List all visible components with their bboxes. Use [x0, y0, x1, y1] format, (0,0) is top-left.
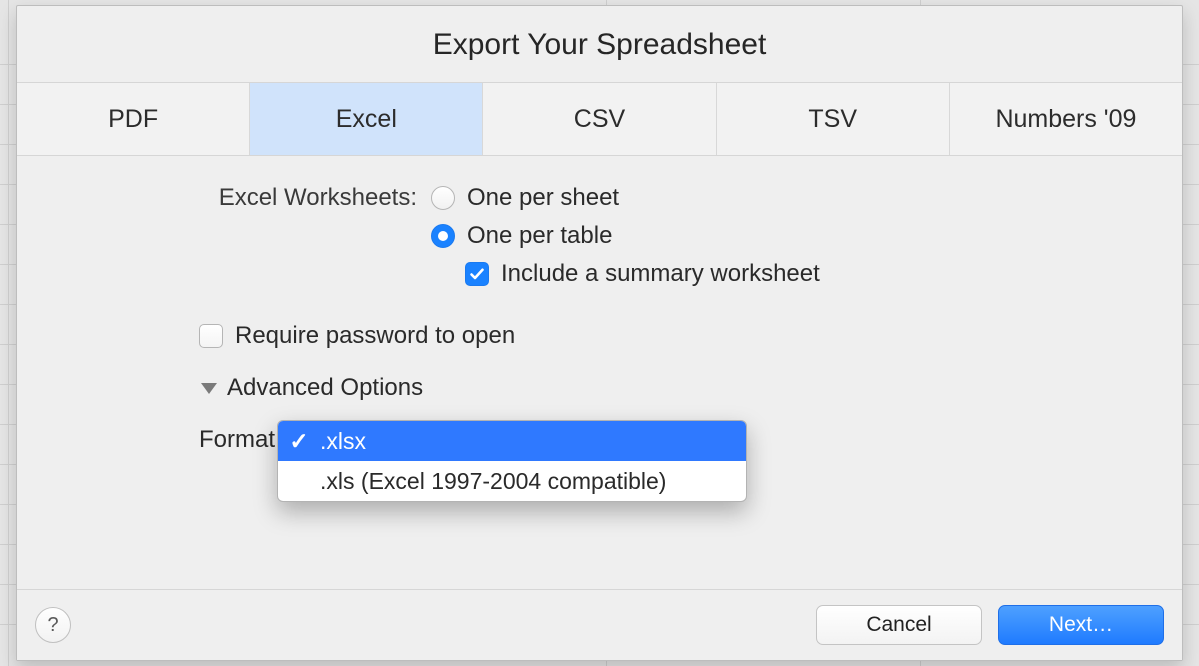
help-button[interactable]: ?	[35, 607, 71, 643]
dialog-title: Export Your Spreadsheet	[17, 6, 1182, 82]
advanced-label: Advanced Options	[227, 374, 423, 402]
format-dropdown-menu: ✓ .xlsx ✓ .xls (Excel 1997-2004 compatib…	[277, 420, 747, 502]
advanced-options-toggle[interactable]: Advanced Options	[201, 374, 1122, 402]
tab-label: TSV	[808, 105, 857, 134]
radio-one-per-table[interactable]	[431, 224, 455, 248]
radio-label: One per sheet	[467, 184, 619, 212]
button-label: Next…	[1049, 613, 1113, 637]
checkmark-icon: ✓	[290, 428, 308, 455]
checkmark-icon	[469, 266, 485, 282]
next-button[interactable]: Next…	[998, 605, 1164, 645]
format-label: Format	[199, 420, 275, 454]
tab-excel[interactable]: Excel	[250, 83, 483, 155]
dialog-body: Excel Worksheets: One per sheet One per …	[17, 156, 1182, 660]
option-label: .xlsx	[320, 428, 366, 455]
tab-numbers09[interactable]: Numbers '09	[950, 83, 1182, 155]
format-option-xls[interactable]: ✓ .xls (Excel 1997-2004 compatible)	[278, 461, 746, 501]
checkbox-label: Include a summary worksheet	[501, 260, 820, 288]
radio-one-per-sheet[interactable]	[431, 186, 455, 210]
tab-label: Excel	[336, 105, 397, 134]
tab-csv[interactable]: CSV	[483, 83, 716, 155]
checkbox-label: Require password to open	[235, 322, 515, 350]
button-label: Cancel	[866, 613, 931, 637]
help-icon: ?	[47, 614, 58, 637]
tab-label: PDF	[108, 105, 158, 134]
option-label: .xls (Excel 1997-2004 compatible)	[320, 468, 666, 495]
tab-label: CSV	[574, 105, 625, 134]
worksheets-label: Excel Worksheets:	[77, 184, 431, 212]
format-dropdown[interactable]: ✓ .xlsx ✓ .xls (Excel 1997-2004 compatib…	[277, 420, 747, 502]
cancel-button[interactable]: Cancel	[816, 605, 982, 645]
checkbox-include-summary[interactable]	[465, 262, 489, 286]
chevron-down-icon	[201, 383, 217, 394]
format-option-xlsx[interactable]: ✓ .xlsx	[278, 421, 746, 461]
tab-pdf[interactable]: PDF	[17, 83, 250, 155]
radio-label: One per table	[467, 222, 612, 250]
checkbox-require-password[interactable]	[199, 324, 223, 348]
format-tabs: PDF Excel CSV TSV Numbers '09	[17, 82, 1182, 156]
export-dialog: Export Your Spreadsheet PDF Excel CSV TS…	[16, 5, 1183, 661]
tab-tsv[interactable]: TSV	[717, 83, 950, 155]
dialog-footer: ? Cancel Next…	[17, 589, 1182, 660]
tab-label: Numbers '09	[995, 105, 1136, 134]
